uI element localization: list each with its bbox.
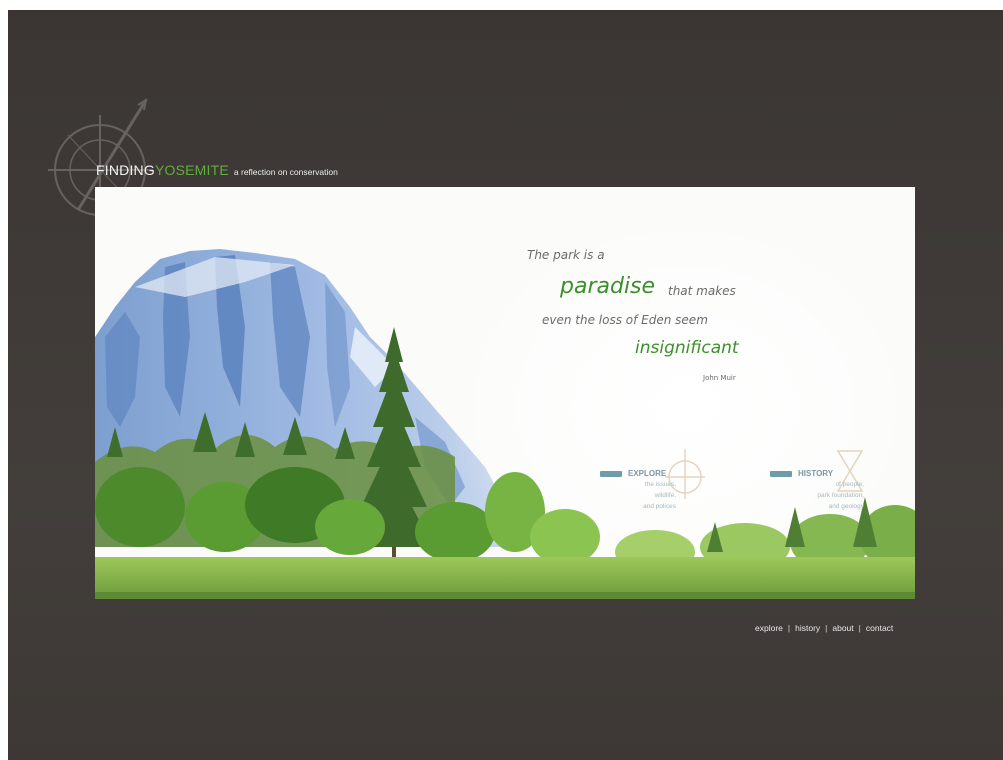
footer-separator: | <box>825 623 828 633</box>
history-title: HISTORY <box>798 469 834 478</box>
explore-description: the issues, wildlife, and polices <box>628 479 676 512</box>
history-desc-line: park foundation, <box>817 492 864 499</box>
footer-separator: | <box>787 623 791 633</box>
explore-title: EXPLORE <box>628 469 667 478</box>
history-button-icon <box>770 471 792 477</box>
quote-line-3: even the loss of Eden seem <box>542 313 708 327</box>
footer-nav: explore | history | about | contact <box>755 623 893 633</box>
logo-word-yosemite: YOSEMITE <box>154 162 229 178</box>
footer-link-explore[interactable]: explore <box>755 623 783 633</box>
explore-desc-line: wildlife, <box>654 492 676 499</box>
history-desc-line: and geology <box>828 503 864 510</box>
explore-desc-line: the issues, <box>644 481 676 488</box>
quote-line-2: that makes <box>668 284 736 298</box>
john-muir-quote: The park is a paradise that makes even t… <box>95 187 915 599</box>
footer-separator: | <box>858 623 861 633</box>
quote-emphasis-insignificant: insignificant <box>635 338 739 358</box>
site-logo[interactable]: FINDING YOSEMITE a reflection on conserv… <box>96 162 338 178</box>
footer-link-about[interactable]: about <box>832 623 853 633</box>
logo-word-finding: FINDING <box>96 162 155 178</box>
history-desc-line: of people, <box>835 481 864 488</box>
explore-button-icon <box>600 471 622 477</box>
history-description: of people, park foundation, and geology <box>790 479 864 512</box>
footer-link-history[interactable]: history <box>795 623 820 633</box>
footer-link-contact[interactable]: contact <box>866 623 893 633</box>
site-tagline: a reflection on conservation <box>233 167 338 177</box>
explore-desc-line: and polices <box>643 503 676 510</box>
hero-banner: The park is a paradise that makes even t… <box>95 187 915 599</box>
quote-emphasis-paradise: paradise <box>560 274 656 299</box>
page-background: FINDING YOSEMITE a reflection on conserv… <box>8 10 1003 760</box>
quote-author: John Muir <box>703 374 736 382</box>
quote-line-1: The park is a <box>527 248 605 262</box>
